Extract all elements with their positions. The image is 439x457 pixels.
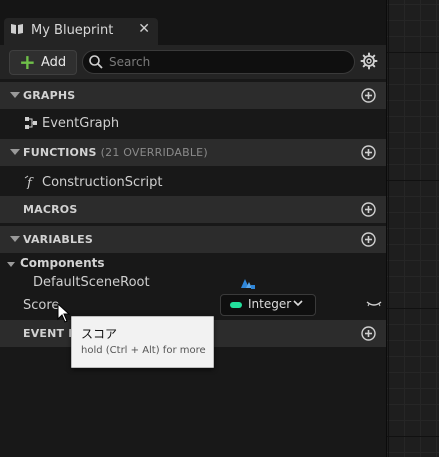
event-graph-icon <box>25 117 37 129</box>
list-item-construction-script[interactable]: f ConstructionScript <box>0 169 386 196</box>
tooltip-hint: hold (Ctrl + Alt) for more <box>81 345 206 356</box>
collapse-caret-icon[interactable] <box>10 236 20 242</box>
add-graph-icon[interactable] <box>361 88 376 103</box>
variable-type-dropdown[interactable]: Integer <box>220 294 316 316</box>
tab-title: My Blueprint <box>31 23 114 38</box>
gear-icon[interactable] <box>360 52 378 70</box>
mouse-cursor-icon <box>57 303 71 323</box>
functions-title: FUNCTIONS <box>23 146 97 159</box>
add-button-label: Add <box>41 55 67 70</box>
function-icon: f <box>24 175 34 189</box>
list-item-event-graph[interactable]: EventGraph <box>0 110 386 137</box>
my-blueprint-panel: My Blueprint ✕ + Add GRAPHS <box>0 0 387 457</box>
tab-my-blueprint[interactable]: My Blueprint ✕ <box>4 18 158 45</box>
svg-text:f: f <box>26 176 34 189</box>
search-icon <box>89 55 103 69</box>
score-label: Score <box>23 298 60 313</box>
components-caret-icon[interactable] <box>7 262 15 267</box>
section-title: VARIABLES <box>23 233 93 246</box>
collapse-caret-icon[interactable] <box>10 92 20 98</box>
section-functions[interactable]: FUNCTIONS (21 OVERRIDABLE) <box>0 139 386 166</box>
search-box[interactable] <box>82 50 355 74</box>
section-variables[interactable]: VARIABLES <box>0 226 386 253</box>
add-event-dispatcher-icon[interactable] <box>361 326 376 341</box>
add-function-icon[interactable] <box>361 145 376 160</box>
section-title: GRAPHS <box>23 89 76 102</box>
section-title: MACROS <box>23 203 78 216</box>
event-graph-label: EventGraph <box>42 116 120 131</box>
close-icon[interactable]: ✕ <box>138 21 150 37</box>
eye-closed-icon[interactable] <box>366 299 382 309</box>
chevron-down-icon <box>293 300 303 307</box>
tooltip-title: スコア <box>81 327 118 341</box>
section-macros[interactable]: MACROS <box>0 196 386 223</box>
add-variable-icon[interactable] <box>361 232 376 247</box>
toolbar: + Add <box>0 45 386 79</box>
section-title: FUNCTIONS (21 OVERRIDABLE) <box>23 146 208 159</box>
book-icon <box>11 24 23 34</box>
section-graphs[interactable]: GRAPHS <box>0 82 386 109</box>
add-button[interactable]: + Add <box>9 50 77 75</box>
variable-tooltip: スコア hold (Ctrl + Alt) for more <box>71 316 214 368</box>
plus-icon: + <box>19 50 36 74</box>
integer-type-pin-icon <box>230 302 242 308</box>
default-scene-root-label: DefaultSceneRoot <box>33 275 150 290</box>
component-icon <box>241 279 255 289</box>
tab-strip: My Blueprint ✕ <box>0 0 386 45</box>
variable-type-label: Integer <box>248 297 292 311</box>
construction-script-label: ConstructionScript <box>42 175 163 190</box>
category-components[interactable]: Components <box>20 256 105 270</box>
graph-canvas[interactable] <box>386 0 439 457</box>
add-macro-icon[interactable] <box>361 202 376 217</box>
functions-subtitle: (21 OVERRIDABLE) <box>100 146 208 159</box>
collapse-caret-icon[interactable] <box>10 149 20 155</box>
search-input[interactable] <box>109 53 344 71</box>
